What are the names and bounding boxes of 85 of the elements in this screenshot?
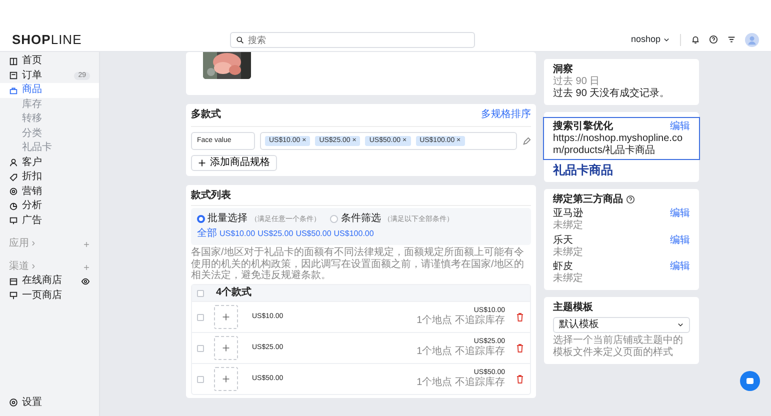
filter-icon[interactable] bbox=[727, 35, 736, 44]
binding-status: 未绑定 bbox=[553, 220, 584, 232]
search-field[interactable]: 搜索 bbox=[230, 32, 475, 48]
plus-icon bbox=[222, 344, 230, 352]
sidebar-item[interactable]: 在线商店 bbox=[6, 274, 93, 288]
target-icon bbox=[9, 187, 18, 196]
sidebar-item[interactable]: 一页商店 bbox=[6, 288, 93, 303]
card-title: 款式列表 bbox=[191, 190, 231, 201]
search-icon bbox=[236, 36, 244, 44]
trash-icon[interactable] bbox=[515, 374, 525, 384]
radio-button[interactable] bbox=[330, 215, 338, 223]
sidebar-item[interactable]: 商品 bbox=[0, 83, 99, 98]
document-icon bbox=[9, 71, 18, 80]
bell-icon[interactable] bbox=[691, 35, 700, 44]
sidebar-item[interactable]: 折扣 bbox=[6, 170, 93, 184]
help-text: 选择一个当前店铺或主题中的模板文件来定义页面的样式 bbox=[553, 335, 684, 360]
filter-link[interactable]: US$25.00 bbox=[258, 228, 294, 238]
stock-text: 1个地点 不追踪库存 bbox=[416, 315, 505, 328]
period-text: 过去 90 日 bbox=[553, 76, 601, 88]
window-icon bbox=[9, 291, 18, 300]
image-upload[interactable] bbox=[214, 336, 238, 360]
sort-link[interactable]: 多规格排序 bbox=[481, 109, 531, 121]
edit-link[interactable]: 编辑 bbox=[670, 234, 690, 247]
variant-count: 4个款式 bbox=[216, 287, 252, 299]
edit-link[interactable]: 编辑 bbox=[670, 261, 690, 274]
image-upload[interactable] bbox=[214, 305, 238, 329]
add-option-button[interactable]: 添加商品规格 bbox=[191, 155, 277, 171]
checkbox[interactable] bbox=[197, 376, 204, 382]
channel-name: 乐天 bbox=[553, 234, 573, 246]
avatar-icon[interactable] bbox=[745, 32, 759, 46]
sidebar-item[interactable]: 设置 bbox=[6, 396, 93, 410]
plus-icon[interactable] bbox=[83, 240, 90, 248]
card-title: 搜索引擎优化 bbox=[553, 121, 613, 133]
sidebar-item[interactable]: 客户 bbox=[6, 156, 93, 170]
sidebar-item[interactable]: 首页 bbox=[6, 54, 93, 68]
monitor-icon bbox=[9, 216, 18, 226]
filter-link[interactable]: US$10.00 bbox=[220, 228, 256, 238]
binding-status: 未绑定 bbox=[553, 246, 584, 259]
filter-link[interactable]: 全部 bbox=[197, 228, 217, 240]
filter-link[interactable]: US$50.00 bbox=[296, 228, 332, 238]
caret-icon bbox=[677, 321, 684, 328]
image-upload[interactable] bbox=[214, 367, 238, 391]
card-title: 主题模板 bbox=[553, 302, 594, 314]
checkbox[interactable] bbox=[197, 344, 204, 352]
plus-icon bbox=[222, 313, 230, 321]
plus-icon bbox=[198, 159, 206, 167]
trash-icon[interactable] bbox=[515, 312, 525, 322]
chat-icon bbox=[745, 376, 755, 386]
caret-icon bbox=[663, 36, 670, 43]
plus-icon bbox=[222, 375, 230, 383]
tag-icon bbox=[9, 172, 18, 182]
pencil-icon[interactable] bbox=[522, 136, 531, 146]
sidebar-item[interactable]: 分析 bbox=[6, 199, 93, 214]
help-icon[interactable] bbox=[709, 35, 718, 44]
card-title: 多款式 bbox=[191, 109, 221, 121]
channel-name: 亚马逊 bbox=[553, 208, 583, 220]
card-title: 洞察 bbox=[553, 64, 574, 76]
edit-link[interactable]: 编辑 bbox=[670, 208, 690, 220]
bag-icon bbox=[9, 86, 18, 95]
binding-status: 未绑定 bbox=[553, 273, 584, 286]
url-text: https://noshop.myshopline.com/products/礼品卡商品 bbox=[553, 133, 684, 156]
store-selector[interactable]: noshop bbox=[630, 32, 670, 46]
sidebar-item[interactable]: 营销 bbox=[6, 184, 93, 199]
edit-link[interactable]: 编辑 bbox=[670, 121, 690, 133]
product-title: 礼品卡商品 bbox=[553, 162, 614, 177]
plus-icon[interactable] bbox=[83, 264, 90, 270]
trash-icon[interactable] bbox=[515, 343, 525, 353]
shop-icon bbox=[9, 276, 18, 286]
insight-text: 过去 90 天没有成交记录。 bbox=[553, 88, 671, 100]
checkbox[interactable] bbox=[197, 314, 204, 320]
card-title: 绑定第三方商品 bbox=[553, 194, 623, 206]
filter-link[interactable]: US$100.00 bbox=[334, 228, 374, 238]
checkbox[interactable] bbox=[197, 290, 204, 296]
eye-icon[interactable] bbox=[81, 276, 90, 286]
stock-text: 1个地点 不追踪库存 bbox=[416, 346, 505, 358]
help-icon bbox=[626, 195, 634, 204]
radio-button[interactable] bbox=[197, 215, 205, 223]
sidebar-item[interactable]: 广告 bbox=[6, 214, 93, 228]
channel-name: 虾皮 bbox=[553, 261, 573, 272]
template-select[interactable]: 默认模板 bbox=[553, 316, 690, 333]
person-icon bbox=[9, 158, 18, 168]
logo: SHOPLINE bbox=[12, 32, 83, 48]
notice-text: 各国家/地区对于礼品卡的面额有不同法律规定，面额规定所面额上可能有令使用的机关的机构政策，因此调写在设置面额之前，请谨慎考在国家/地区的相关法定，避免违反规避条款。 bbox=[191, 247, 525, 282]
pie-chart-icon bbox=[9, 202, 18, 211]
stock-text: 1个地点 不追踪库存 bbox=[416, 377, 505, 390]
